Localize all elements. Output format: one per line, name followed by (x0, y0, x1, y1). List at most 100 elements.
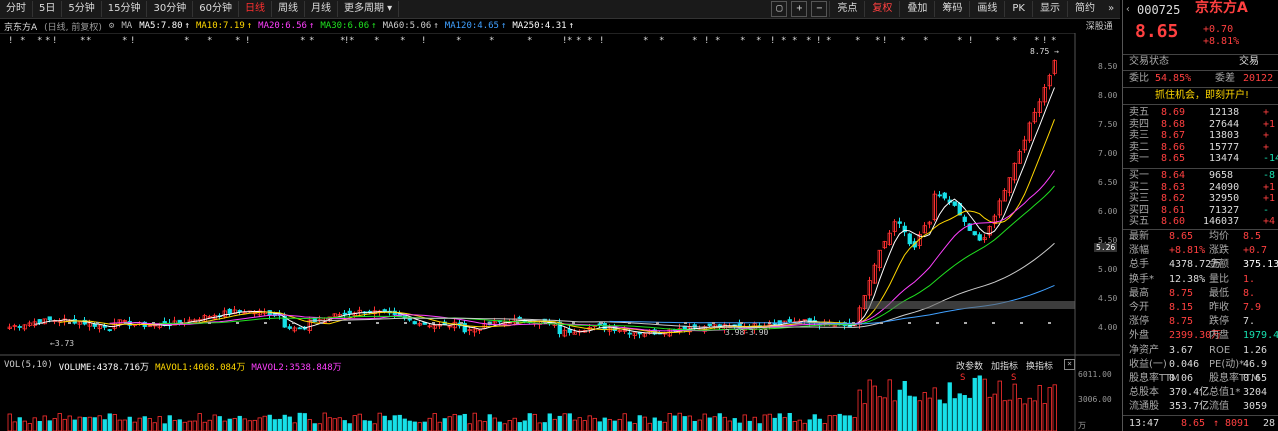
volume-bar (847, 415, 852, 431)
volume-bar (277, 418, 282, 431)
mid-low-label: 3.98-3.90 (725, 328, 769, 337)
volume-bar (582, 420, 587, 431)
volume-bar (157, 416, 162, 431)
status-row: 交易状态 交易 (1123, 56, 1278, 68)
stat-l1: 最高 (1129, 287, 1149, 299)
period-8[interactable]: 月线 (305, 1, 338, 17)
volume-bar (372, 423, 377, 431)
volume-bar (702, 413, 707, 431)
volume-bar (162, 423, 167, 431)
toolbar-button-6[interactable]: 显示 (1032, 1, 1067, 17)
period-0[interactable]: 分时 (0, 1, 33, 17)
vol-button-2[interactable]: 换指标 (1026, 359, 1053, 372)
period-9[interactable]: 更多周期 ▾ (338, 1, 400, 17)
signal-s-icon: S (1011, 373, 1016, 383)
volume-bar (712, 416, 717, 431)
volume-bar (332, 418, 337, 431)
minus-icon[interactable]: − (811, 1, 828, 17)
price-row: 8.65 +0.70 +8.81% (1123, 23, 1278, 48)
toolbar-button-5[interactable]: PK (1004, 1, 1032, 17)
candle-body (942, 192, 947, 199)
bids-price: 8.61 (1161, 204, 1186, 216)
volume-bar (442, 418, 447, 431)
asks-row[interactable]: 卖二 8.66 15777 + (1123, 142, 1278, 154)
volume-bar (392, 415, 397, 431)
marker-star: * (756, 36, 761, 46)
chip-band (865, 301, 1075, 309)
back-icon[interactable]: ‹ (1125, 4, 1131, 16)
toolbar-button-4[interactable]: 画线 (969, 1, 1004, 17)
ma-dot (1020, 322, 1023, 324)
volume-bar (1027, 397, 1032, 431)
bids-price: 8.62 (1161, 193, 1186, 204)
banner-text[interactable]: 抓住机会，即刻开户! (1155, 90, 1249, 102)
bids-chg: +1 (1263, 181, 1276, 193)
candle-body (107, 329, 112, 332)
asks-row[interactable]: 卖四 8.68 27644 +1 (1123, 119, 1278, 131)
stat-row: 涨停 8.75 跌停 7. (1123, 316, 1278, 328)
period-5[interactable]: 60分钟 (193, 1, 239, 17)
volume-bar (682, 416, 687, 431)
period-7[interactable]: 周线 (272, 1, 305, 17)
volume-bar (107, 413, 112, 431)
volume-bar (462, 413, 467, 431)
expand-icon[interactable]: » (1104, 2, 1118, 16)
volume-bar (427, 417, 432, 431)
volume-bar (617, 418, 622, 431)
volume-bar (127, 416, 132, 431)
ma-dot (908, 322, 911, 324)
toolbar-button-0[interactable]: 亮点 (829, 1, 864, 17)
asks-row[interactable]: 卖一 8.65 13474 -14 (1123, 153, 1278, 165)
volume-bar (1022, 403, 1027, 431)
ma-dot (656, 322, 659, 324)
toolbar-button-3[interactable]: 筹码 (934, 1, 969, 17)
vol-button-1[interactable]: 加指标 (991, 359, 1018, 372)
volume-bar (282, 414, 287, 431)
bids-row[interactable]: 买二 8.63 24090 +1 (1123, 182, 1278, 194)
vol-button-0[interactable]: 改参数 (956, 359, 983, 372)
asks-row[interactable]: 卖五 8.69 12138 + (1123, 107, 1278, 119)
candle-body (227, 308, 232, 314)
stat-row: 涨幅 +8.81% 涨跌 +0.7 (1123, 245, 1278, 257)
asks-price: 8.67 (1161, 130, 1186, 141)
candle-body (952, 201, 957, 206)
settings-icon[interactable]: ⚙ (109, 21, 114, 31)
ma-dot (180, 322, 183, 324)
volume-bar (572, 419, 577, 431)
marker-star: * (349, 36, 354, 46)
bids-row[interactable]: 买五 8.60 146037 +4 (1123, 216, 1278, 228)
ma-dot (964, 322, 967, 324)
stat-l2: 金额 (1209, 259, 1229, 271)
ma5-line (34, 87, 1055, 334)
tick-vol: 8091 (1225, 418, 1250, 429)
close-icon[interactable]: × (1064, 359, 1075, 370)
marker-star: ! (52, 36, 57, 46)
period-3[interactable]: 15分钟 (102, 1, 148, 17)
asks-row[interactable]: 卖三 8.67 13803 + (1123, 130, 1278, 142)
volume-bar (97, 415, 102, 431)
marker-star: * (875, 36, 880, 46)
window-icon[interactable]: ▢ (771, 1, 788, 17)
bids-row[interactable]: 买三 8.62 32950 +1 (1123, 193, 1278, 205)
asks-price: 8.65 (1161, 153, 1186, 164)
ma-dot (348, 322, 351, 324)
stat-v2: +0.7 (1243, 245, 1268, 257)
marker-star: * (587, 36, 592, 46)
toolbar-button-2[interactable]: 叠加 (899, 1, 934, 17)
volume-bar (422, 421, 427, 431)
period-1[interactable]: 5日 (33, 1, 63, 17)
toolbar-button-7[interactable]: 简约 (1067, 1, 1102, 17)
weibi-row: 委比 54.85% 委差 20122 (1123, 73, 1278, 85)
bids-row[interactable]: 买四 8.61 71327 - (1123, 205, 1278, 217)
volume-bar (997, 380, 1002, 431)
bids-row[interactable]: 买一 8.64 9658 -8 (1123, 170, 1278, 182)
period-2[interactable]: 5分钟 (62, 1, 102, 17)
header-link-0[interactable]: 深股通 (1086, 19, 1113, 33)
plus-icon[interactable]: + (791, 1, 808, 17)
period-6[interactable]: 日线 (239, 1, 272, 17)
account-banner[interactable]: 抓住机会，即刻开户! (1123, 90, 1278, 102)
asks-price: 8.66 (1161, 141, 1186, 153)
toolbar-button-1[interactable]: 复权 (864, 1, 899, 17)
period-4[interactable]: 30分钟 (147, 1, 194, 17)
volume-bar (967, 397, 972, 431)
